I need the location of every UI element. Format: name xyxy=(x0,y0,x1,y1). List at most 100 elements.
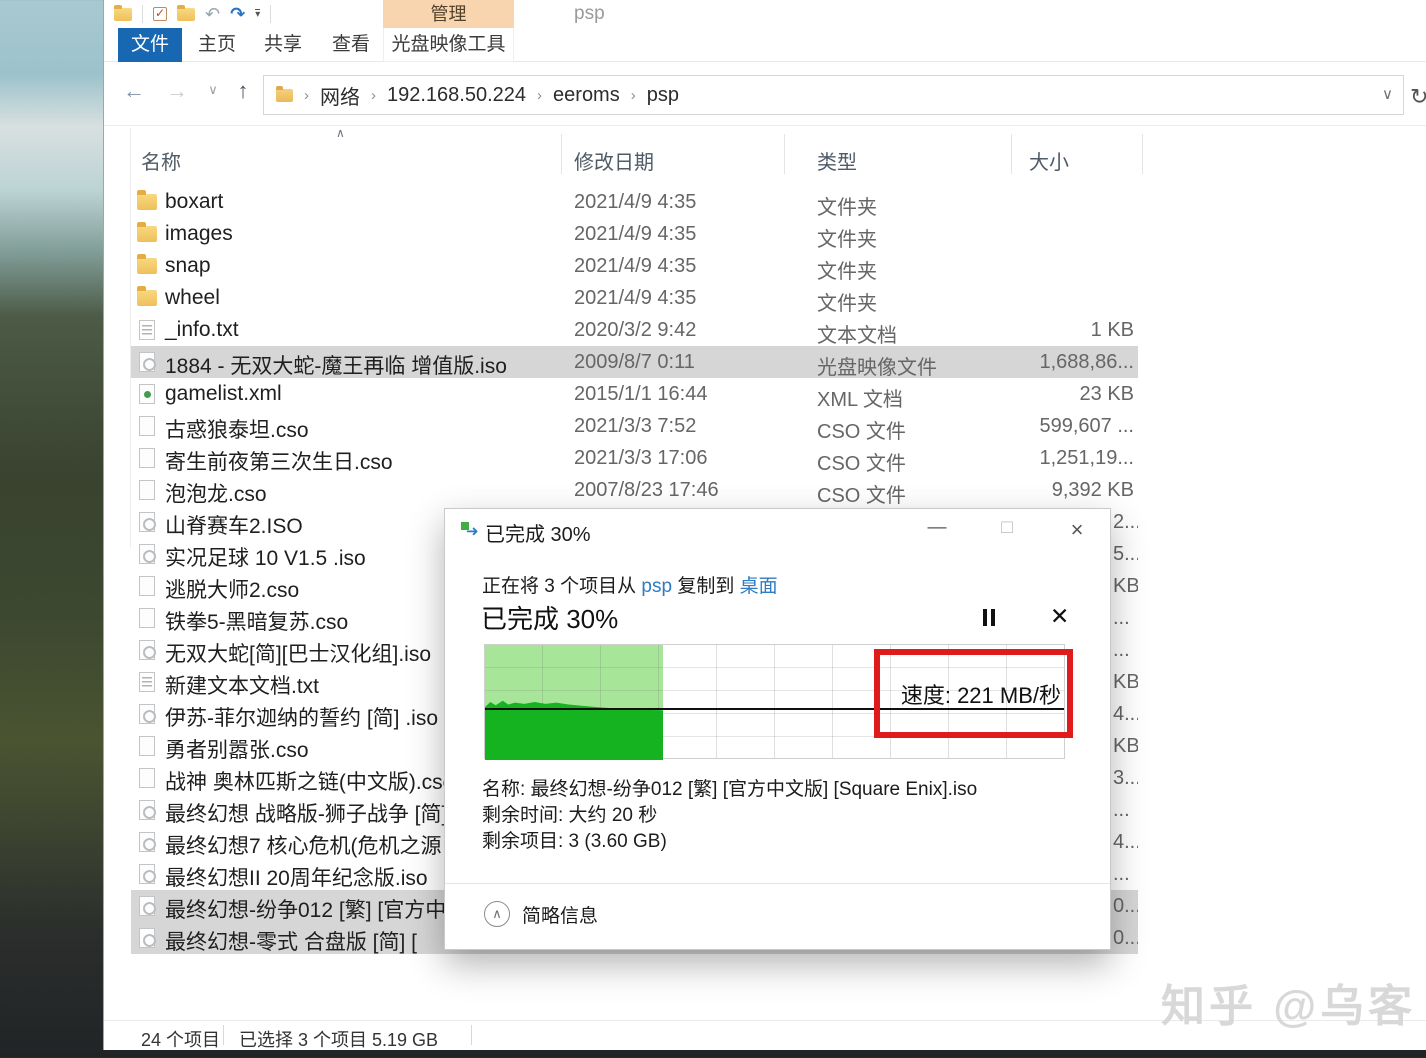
column-divider[interactable] xyxy=(784,134,785,174)
file-row[interactable]: 1884 - 无双大蛇-魔王再临 增值版.iso 2009/8/7 0:11 光… xyxy=(131,346,1138,378)
file-icon xyxy=(139,896,155,916)
file-row[interactable]: 古惑狼泰坦.cso 2021/3/3 7:52 CSO 文件 599,607 .… xyxy=(131,410,1138,442)
file-row[interactable]: snap 2021/4/9 4:35 文件夹 xyxy=(131,250,1138,282)
file-row[interactable]: gamelist.xml 2015/1/1 16:44 XML 文档 23 KB xyxy=(131,378,1138,410)
chevron-up-icon[interactable]: ∧ xyxy=(484,901,510,927)
file-icon xyxy=(139,544,155,564)
tab-home[interactable]: 主页 xyxy=(192,28,242,62)
file-size-fragment: ... xyxy=(1113,863,1130,886)
file-icon xyxy=(139,704,155,724)
column-header-date[interactable]: 修改日期 xyxy=(574,146,654,175)
folder-icon[interactable] xyxy=(114,8,132,21)
breadcrumb-item[interactable]: 网络 xyxy=(320,81,360,110)
file-date: 2015/1/1 16:44 xyxy=(574,383,707,406)
explorer-window: ✓ ↶ ↷ ▾ 管理 psp 文件 主页 共享 查看 光盘映像工具 ← → ∨ … xyxy=(103,0,1426,1050)
file-size-fragment: 4... xyxy=(1113,703,1138,726)
file-row[interactable]: _info.txt 2020/3/2 9:42 文本文档 1 KB xyxy=(131,314,1138,346)
file-size: 599,607 ... xyxy=(1039,415,1134,438)
address-dropdown-icon[interactable]: ∨ xyxy=(1382,85,1393,103)
refresh-icon[interactable]: ↻ xyxy=(1410,84,1426,110)
file-name: 逃脱大师2.cso xyxy=(165,574,299,602)
breadcrumb-separator[interactable]: › xyxy=(620,87,647,104)
up-icon[interactable]: ↑ xyxy=(228,78,258,104)
file-name: 铁拳5-黑暗复苏.cso xyxy=(165,606,348,634)
file-icon xyxy=(137,258,157,274)
file-icon xyxy=(139,800,155,820)
checkbox-icon[interactable]: ✓ xyxy=(153,7,167,21)
redo-icon[interactable]: ↷ xyxy=(230,5,245,23)
file-icon xyxy=(139,320,155,340)
tab-file[interactable]: 文件 xyxy=(118,28,182,62)
file-icon xyxy=(139,640,155,660)
file-date: 2021/4/9 4:35 xyxy=(574,287,696,310)
tab-view[interactable]: 查看 xyxy=(326,28,376,62)
file-row[interactable]: wheel 2021/4/9 4:35 文件夹 xyxy=(131,282,1138,314)
file-size: 1,251,19... xyxy=(1039,447,1134,470)
file-icon xyxy=(139,352,155,372)
minimize-icon[interactable]: — xyxy=(922,517,952,539)
speed-label: 速度: 221 MB/秒 xyxy=(901,678,1067,710)
column-header-name[interactable]: 名称 xyxy=(141,146,181,175)
file-icon xyxy=(137,290,157,306)
file-type: CSO 文件 xyxy=(817,447,906,474)
file-size-fragment: 5... xyxy=(1113,543,1138,566)
column-divider[interactable] xyxy=(1142,134,1143,174)
breadcrumb-item[interactable]: 192.168.50.224 xyxy=(387,84,526,107)
close-icon[interactable]: × xyxy=(1062,517,1092,543)
folder-icon[interactable] xyxy=(177,8,195,21)
file-name: 伊苏-菲尔迦纳的誓约 [简] .iso xyxy=(165,702,438,730)
breadcrumb-separator[interactable]: › xyxy=(360,87,387,104)
file-name: 最终幻想II 20周年纪念版.iso xyxy=(165,862,428,890)
sort-ascending-icon[interactable]: ∧ xyxy=(336,126,345,140)
file-type: CSO 文件 xyxy=(817,479,906,506)
file-icon xyxy=(139,864,155,884)
details-toggle[interactable]: ∧ 简略信息 xyxy=(484,899,598,929)
breadcrumb-item[interactable]: psp xyxy=(647,84,679,107)
ribbon-tabs: 文件 主页 共享 查看 光盘映像工具 xyxy=(104,28,1426,62)
undo-icon[interactable]: ↶ xyxy=(205,5,220,23)
file-date: 2021/3/3 17:06 xyxy=(574,447,707,470)
file-row[interactable]: 泡泡龙.cso 2007/8/23 17:46 CSO 文件 9,392 KB xyxy=(131,474,1138,506)
file-name: 1884 - 无双大蛇-魔王再临 增值版.iso xyxy=(165,350,507,378)
column-divider[interactable] xyxy=(1011,134,1012,174)
file-name: 最终幻想-零式 合盘版 [简] [ xyxy=(165,926,417,954)
breadcrumb-separator[interactable]: › xyxy=(526,87,553,104)
file-name: gamelist.xml xyxy=(165,382,282,406)
file-date: 2021/4/9 4:35 xyxy=(574,223,696,246)
column-header-size[interactable]: 大小 xyxy=(1029,146,1069,175)
destination-folder-link[interactable]: 桌面 xyxy=(740,576,778,597)
file-name: 战神 奥林匹斯之链(中文版).cso xyxy=(165,766,454,794)
file-row[interactable]: boxart 2021/4/9 4:35 文件夹 xyxy=(131,186,1138,218)
file-row[interactable]: 寄生前夜第三次生日.cso 2021/3/3 17:06 CSO 文件 1,25… xyxy=(131,442,1138,474)
file-icon xyxy=(137,194,157,210)
source-folder-link[interactable]: psp xyxy=(641,576,672,597)
address-box[interactable]: ›网络›192.168.50.224›eeroms›psp ∨ xyxy=(263,75,1404,115)
file-size: 9,392 KB xyxy=(1052,479,1134,502)
column-header-type[interactable]: 类型 xyxy=(817,146,857,175)
file-size-fragment: ... xyxy=(1113,799,1130,822)
file-name: 最终幻想7 核心危机(危机之源 xyxy=(165,830,442,858)
file-icon xyxy=(137,226,157,242)
breadcrumb-item[interactable]: eeroms xyxy=(553,84,620,107)
tab-share[interactable]: 共享 xyxy=(258,28,308,62)
file-row[interactable]: images 2021/4/9 4:35 文件夹 xyxy=(131,218,1138,250)
history-dropdown-icon[interactable]: ∨ xyxy=(198,82,228,98)
cancel-icon[interactable]: ✕ xyxy=(1050,603,1069,630)
tab-disc-image-tools[interactable]: 光盘映像工具 xyxy=(383,28,514,62)
pause-icon[interactable] xyxy=(981,609,997,626)
forward-icon[interactable]: → xyxy=(162,78,192,104)
column-divider[interactable] xyxy=(561,134,562,174)
file-name: 无双大蛇[简][巴士汉化组].iso xyxy=(165,638,431,666)
file-name: 最终幻想 战略版-狮子战争 [简] xyxy=(165,798,447,826)
back-icon[interactable]: ← xyxy=(119,78,149,104)
dropdown-icon[interactable]: ▾ xyxy=(255,9,260,20)
item-count: 24 个项目 xyxy=(141,1026,220,1052)
breadcrumb-separator[interactable]: › xyxy=(293,87,320,104)
file-size-fragment: ... xyxy=(1113,607,1130,630)
maximize-icon[interactable]: □ xyxy=(992,517,1022,539)
file-type: 文件夹 xyxy=(817,255,877,282)
file-date: 2021/4/9 4:35 xyxy=(574,255,696,278)
dialog-title-bar[interactable]: ➜ 已完成 30% — □ × xyxy=(445,509,1110,553)
folder-icon xyxy=(276,89,293,102)
column-headers: ∧ 名称 修改日期 类型 大小 xyxy=(104,126,1426,182)
